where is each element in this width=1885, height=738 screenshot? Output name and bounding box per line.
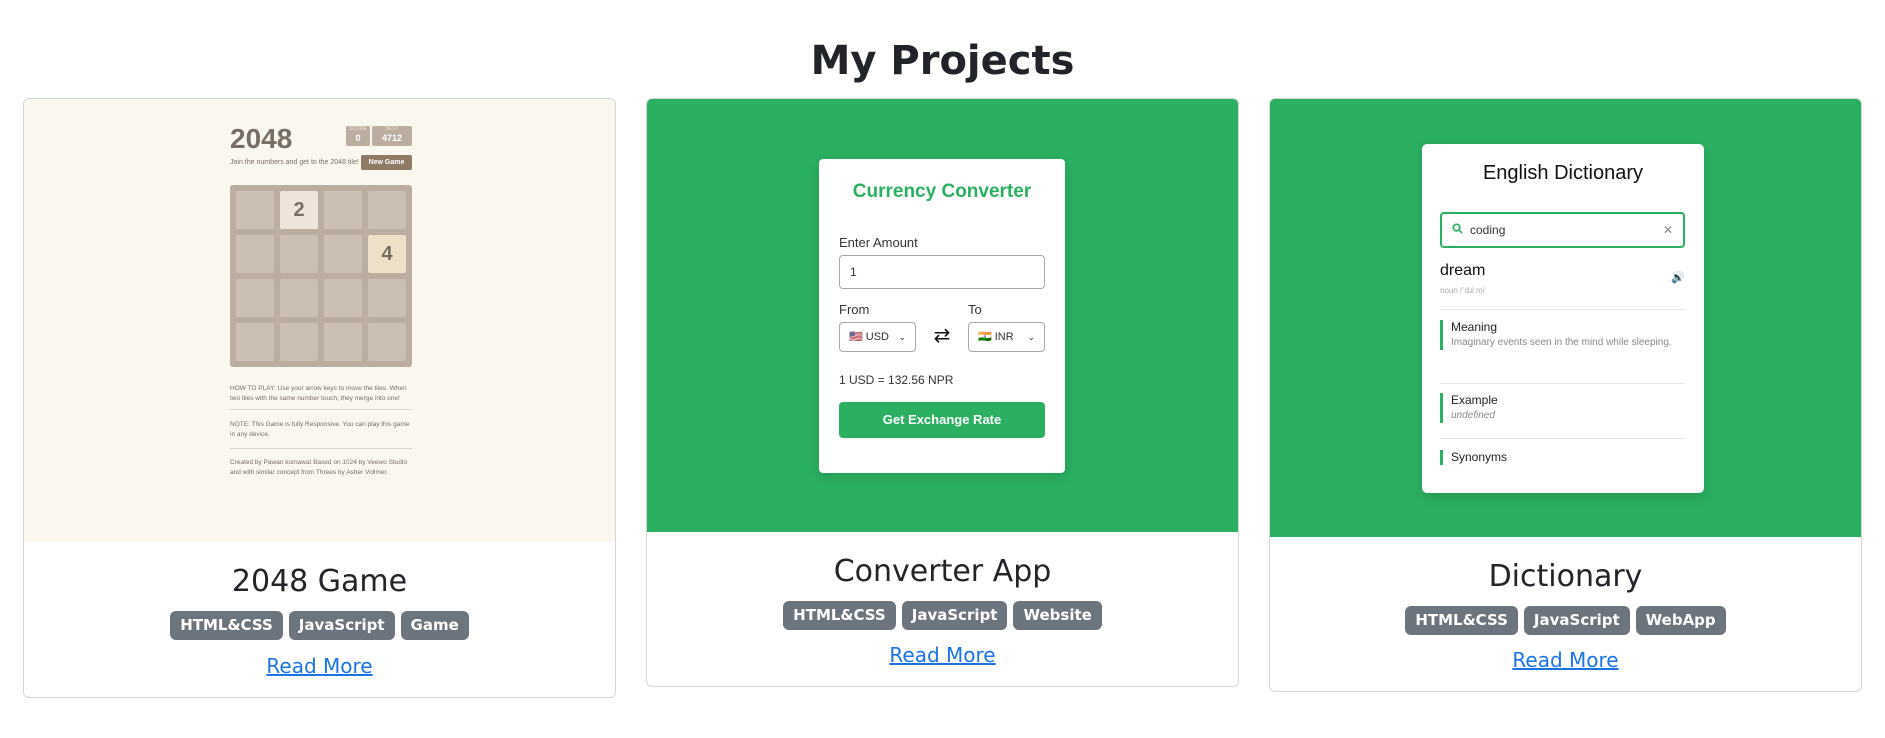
example-section: Example undefined: [1440, 393, 1685, 423]
game-cell: [280, 235, 318, 273]
game-tile: 2: [280, 191, 318, 229]
note-text: NOTE: This Game is fully Responsive. You…: [230, 421, 410, 438]
swap-icon: ⇄: [933, 325, 951, 347]
game-cell: [324, 191, 362, 229]
score-label: SCORE: [349, 126, 367, 132]
game-cell: [236, 279, 274, 317]
from-currency-value: 🇺🇸 USD: [849, 331, 889, 343]
chevron-down-icon: ⌄: [898, 332, 906, 342]
game-tile: 4: [368, 235, 406, 273]
game-board: 24: [230, 185, 412, 367]
project-card-converter: Currency Converter Enter Amount 1 From T…: [646, 98, 1239, 687]
speaker-icon: 🔊: [1671, 272, 1685, 284]
example-label: Example: [1451, 393, 1498, 407]
best-value: 4712: [381, 133, 403, 143]
game-title: 2048: [230, 123, 293, 154]
game-cell: [280, 279, 318, 317]
synonyms-label: Synonyms: [1451, 450, 1508, 464]
game-cell: [368, 279, 406, 317]
tag-badge: Game: [400, 611, 469, 640]
how-to-play-text: HOW TO PLAY: Use your arrow keys to move…: [230, 385, 407, 402]
new-game-button: New Game: [361, 155, 412, 170]
tag-badge: JavaScript: [1523, 606, 1630, 635]
read-more-link[interactable]: Read More: [647, 643, 1238, 667]
game-cell: [368, 323, 406, 361]
game-cell: [236, 323, 274, 361]
word-heading: dream: [1440, 262, 1486, 279]
meaning-section: Meaning Imaginary events seen in the min…: [1440, 320, 1685, 350]
tag-list: HTML&CSS JavaScript Website: [647, 601, 1238, 630]
project-preview-converter: Currency Converter Enter Amount 1 From T…: [647, 99, 1238, 532]
dictionary-heading: English Dictionary: [1482, 162, 1644, 184]
best-box: BEST 4712: [372, 126, 412, 146]
best-label: BEST: [385, 126, 399, 132]
score-value: 0: [355, 133, 361, 143]
converter-panel: Currency Converter Enter Amount 1 From T…: [819, 159, 1065, 473]
search-icon: [1452, 223, 1463, 237]
tag-badge: HTML&CSS: [170, 611, 283, 640]
project-card-2048: 2048 SCORE 0 BEST 4712 Join the numbers …: [23, 98, 616, 698]
project-title: 2048 Game: [231, 564, 408, 599]
from-currency-select: 🇺🇸 USD ⌄: [839, 322, 916, 352]
read-more-link[interactable]: Read More: [24, 654, 615, 678]
game-cell: [236, 191, 274, 229]
tag-badge: HTML&CSS: [783, 601, 896, 630]
amount-label: Enter Amount: [839, 235, 918, 250]
project-title: Dictionary: [1488, 559, 1643, 594]
divider: [230, 409, 412, 410]
phonetic-text: noun /ˈdɹiːm/: [1440, 286, 1485, 295]
project-preview-2048: 2048 SCORE 0 BEST 4712 Join the numbers …: [24, 99, 615, 542]
example-text: undefined: [1451, 410, 1495, 421]
divider: [1440, 438, 1685, 439]
game-cell: [236, 235, 274, 273]
game-intro: Join the numbers and get to the 2048 til…: [230, 159, 359, 166]
game-cell: [368, 191, 406, 229]
exchange-rate-text: 1 USD = 132.56 NPR: [839, 373, 954, 387]
project-preview-dictionary: English Dictionary coding ✕ dream noun /…: [1270, 99, 1861, 537]
divider: [230, 448, 412, 449]
to-currency-select: 🇮🇳 INR ⌄: [968, 322, 1045, 352]
tag-list: HTML&CSS JavaScript WebApp: [1270, 606, 1861, 635]
project-card-dictionary: English Dictionary coding ✕ dream noun /…: [1269, 98, 1862, 692]
tag-badge: Website: [1013, 601, 1102, 630]
chevron-down-icon: ⌄: [1027, 332, 1035, 342]
close-icon: ✕: [1662, 223, 1673, 237]
credits-text: Created by Pawan kumawat Based on 1024 b…: [230, 459, 408, 476]
divider: [1440, 309, 1685, 310]
divider: [1440, 383, 1685, 384]
tag-badge: JavaScript: [288, 611, 395, 640]
tag-badge: JavaScript: [901, 601, 1008, 630]
tag-list: HTML&CSS JavaScript Game: [24, 611, 615, 640]
game-cell: [324, 235, 362, 273]
dictionary-search-box: coding ✕: [1440, 212, 1685, 248]
game-cell: [280, 323, 318, 361]
read-more-link[interactable]: Read More: [1270, 648, 1861, 672]
page-title: My Projects: [810, 38, 1075, 84]
converter-heading: Currency Converter: [852, 181, 1032, 202]
score-box: SCORE 0: [346, 126, 370, 146]
game-cell: [324, 279, 362, 317]
meaning-label: Meaning: [1451, 320, 1498, 334]
to-label: To: [968, 302, 982, 317]
dictionary-panel: English Dictionary coding ✕ dream noun /…: [1422, 144, 1704, 493]
game-cell: [324, 323, 362, 361]
project-title: Converter App: [833, 554, 1052, 589]
synonyms-section: Synonyms: [1440, 450, 1685, 465]
get-exchange-rate-button: Get Exchange Rate: [839, 402, 1045, 438]
amount-input: 1: [839, 255, 1045, 289]
from-label: From: [839, 302, 870, 317]
meaning-text: Imaginary events seen in the mind while …: [1451, 337, 1672, 348]
tag-badge: WebApp: [1635, 606, 1726, 635]
search-input: coding: [1470, 223, 1506, 237]
to-currency-value: 🇮🇳 INR: [978, 331, 1014, 343]
tag-badge: HTML&CSS: [1405, 606, 1518, 635]
